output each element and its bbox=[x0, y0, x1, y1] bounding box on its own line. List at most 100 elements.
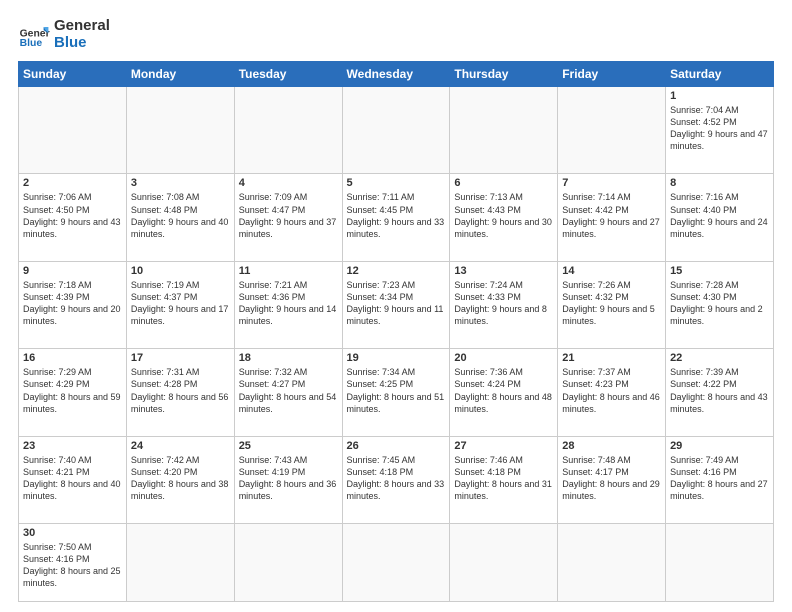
cell-info: Sunrise: 7:16 AM Sunset: 4:40 PM Dayligh… bbox=[670, 191, 769, 240]
calendar-cell: 11 Sunrise: 7:21 AM Sunset: 4:36 PM Dayli… bbox=[234, 261, 342, 348]
cell-info: Sunrise: 7:04 AM Sunset: 4:52 PM Dayligh… bbox=[670, 104, 769, 153]
cell-info: Sunrise: 7:34 AM Sunset: 4:25 PM Dayligh… bbox=[347, 366, 446, 415]
cell-info: Sunrise: 7:45 AM Sunset: 4:18 PM Dayligh… bbox=[347, 454, 446, 503]
day-number: 14 bbox=[562, 265, 661, 277]
day-number: 30 bbox=[23, 527, 122, 539]
day-number: 18 bbox=[239, 352, 338, 364]
calendar-cell bbox=[558, 524, 666, 602]
day-number: 20 bbox=[454, 352, 553, 364]
calendar-cell: 28 Sunrise: 7:48 AM Sunset: 4:17 PM Dayli… bbox=[558, 436, 666, 523]
day-number: 9 bbox=[23, 265, 122, 277]
day-number: 13 bbox=[454, 265, 553, 277]
calendar-cell: 25 Sunrise: 7:43 AM Sunset: 4:19 PM Dayli… bbox=[234, 436, 342, 523]
weekday-header-thursday: Thursday bbox=[450, 62, 558, 87]
calendar-cell: 17 Sunrise: 7:31 AM Sunset: 4:28 PM Dayli… bbox=[126, 349, 234, 436]
weekday-header-friday: Friday bbox=[558, 62, 666, 87]
calendar-cell: 20Sunrise: 7:36 AM Sunset: 4:24 PM Dayli… bbox=[450, 349, 558, 436]
cell-info: Sunrise: 7:48 AM Sunset: 4:17 PM Dayligh… bbox=[562, 454, 661, 503]
calendar-cell: 18 Sunrise: 7:32 AM Sunset: 4:27 PM Dayli… bbox=[234, 349, 342, 436]
calendar-cell bbox=[450, 524, 558, 602]
logo-blue: Blue bbox=[54, 35, 110, 52]
calendar-cell: 16 Sunrise: 7:29 AM Sunset: 4:29 PM Dayli… bbox=[19, 349, 127, 436]
calendar-cell: 21 Sunrise: 7:37 AM Sunset: 4:23 PM Dayli… bbox=[558, 349, 666, 436]
day-number: 4 bbox=[239, 177, 338, 189]
calendar-cell: 10 Sunrise: 7:19 AM Sunset: 4:37 PM Dayli… bbox=[126, 261, 234, 348]
logo-icon: General Blue bbox=[18, 19, 50, 51]
calendar-cell bbox=[666, 524, 774, 602]
calendar-table: SundayMondayTuesdayWednesdayThursdayFrid… bbox=[18, 61, 774, 602]
calendar-cell bbox=[19, 87, 127, 174]
day-number: 10 bbox=[131, 265, 230, 277]
week-row-3: 16 Sunrise: 7:29 AM Sunset: 4:29 PM Dayli… bbox=[19, 349, 774, 436]
cell-info: Sunrise: 7:21 AM Sunset: 4:36 PM Dayligh… bbox=[239, 279, 338, 328]
calendar-cell: 5Sunrise: 7:11 AM Sunset: 4:45 PM Daylig… bbox=[342, 174, 450, 261]
calendar-cell: 9 Sunrise: 7:18 AM Sunset: 4:39 PM Daylig… bbox=[19, 261, 127, 348]
cell-info: Sunrise: 7:18 AM Sunset: 4:39 PM Dayligh… bbox=[23, 279, 122, 328]
calendar-cell: 8Sunrise: 7:16 AM Sunset: 4:40 PM Daylig… bbox=[666, 174, 774, 261]
weekday-header-sunday: Sunday bbox=[19, 62, 127, 87]
calendar-cell: 6Sunrise: 7:13 AM Sunset: 4:43 PM Daylig… bbox=[450, 174, 558, 261]
calendar-cell bbox=[342, 524, 450, 602]
day-number: 3 bbox=[131, 177, 230, 189]
cell-info: Sunrise: 7:06 AM Sunset: 4:50 PM Dayligh… bbox=[23, 191, 122, 240]
cell-info: Sunrise: 7:11 AM Sunset: 4:45 PM Dayligh… bbox=[347, 191, 446, 240]
day-number: 7 bbox=[562, 177, 661, 189]
calendar-cell: 26 Sunrise: 7:45 AM Sunset: 4:18 PM Dayli… bbox=[342, 436, 450, 523]
calendar-cell bbox=[126, 524, 234, 602]
logo: General Blue General Blue bbox=[18, 18, 110, 51]
calendar-cell: 19 Sunrise: 7:34 AM Sunset: 4:25 PM Dayli… bbox=[342, 349, 450, 436]
cell-info: Sunrise: 7:31 AM Sunset: 4:28 PM Dayligh… bbox=[131, 366, 230, 415]
day-number: 22 bbox=[670, 352, 769, 364]
cell-info: Sunrise: 7:28 AM Sunset: 4:30 PM Dayligh… bbox=[670, 279, 769, 328]
day-number: 26 bbox=[347, 440, 446, 452]
week-row-0: 1 Sunrise: 7:04 AM Sunset: 4:52 PM Daylig… bbox=[19, 87, 774, 174]
day-number: 1 bbox=[670, 90, 769, 102]
cell-info: Sunrise: 7:42 AM Sunset: 4:20 PM Dayligh… bbox=[131, 454, 230, 503]
calendar-cell: 27Sunrise: 7:46 AM Sunset: 4:18 PM Dayli… bbox=[450, 436, 558, 523]
day-number: 19 bbox=[347, 352, 446, 364]
day-number: 17 bbox=[131, 352, 230, 364]
calendar-cell bbox=[234, 524, 342, 602]
cell-info: Sunrise: 7:14 AM Sunset: 4:42 PM Dayligh… bbox=[562, 191, 661, 240]
week-row-5: 30 Sunrise: 7:50 AM Sunset: 4:16 PM Dayli… bbox=[19, 524, 774, 602]
weekday-header-wednesday: Wednesday bbox=[342, 62, 450, 87]
cell-info: Sunrise: 7:19 AM Sunset: 4:37 PM Dayligh… bbox=[131, 279, 230, 328]
weekday-header-monday: Monday bbox=[126, 62, 234, 87]
day-number: 23 bbox=[23, 440, 122, 452]
logo-general: General bbox=[54, 18, 110, 35]
week-row-1: 2Sunrise: 7:06 AM Sunset: 4:50 PM Daylig… bbox=[19, 174, 774, 261]
calendar-cell: 30 Sunrise: 7:50 AM Sunset: 4:16 PM Dayli… bbox=[19, 524, 127, 602]
cell-info: Sunrise: 7:49 AM Sunset: 4:16 PM Dayligh… bbox=[670, 454, 769, 503]
day-number: 21 bbox=[562, 352, 661, 364]
cell-info: Sunrise: 7:32 AM Sunset: 4:27 PM Dayligh… bbox=[239, 366, 338, 415]
day-number: 25 bbox=[239, 440, 338, 452]
day-number: 15 bbox=[670, 265, 769, 277]
calendar-cell bbox=[450, 87, 558, 174]
calendar-cell: 3Sunrise: 7:08 AM Sunset: 4:48 PM Daylig… bbox=[126, 174, 234, 261]
cell-info: Sunrise: 7:23 AM Sunset: 4:34 PM Dayligh… bbox=[347, 279, 446, 328]
calendar-cell: 22 Sunrise: 7:39 AM Sunset: 4:22 PM Dayli… bbox=[666, 349, 774, 436]
day-number: 28 bbox=[562, 440, 661, 452]
day-number: 11 bbox=[239, 265, 338, 277]
day-number: 16 bbox=[23, 352, 122, 364]
calendar-cell: 13Sunrise: 7:24 AM Sunset: 4:33 PM Dayli… bbox=[450, 261, 558, 348]
calendar-cell: 1 Sunrise: 7:04 AM Sunset: 4:52 PM Daylig… bbox=[666, 87, 774, 174]
calendar-cell: 24Sunrise: 7:42 AM Sunset: 4:20 PM Dayli… bbox=[126, 436, 234, 523]
cell-info: Sunrise: 7:50 AM Sunset: 4:16 PM Dayligh… bbox=[23, 541, 122, 590]
cell-info: Sunrise: 7:39 AM Sunset: 4:22 PM Dayligh… bbox=[670, 366, 769, 415]
header: General Blue General Blue bbox=[18, 18, 774, 51]
calendar-cell: 12Sunrise: 7:23 AM Sunset: 4:34 PM Dayli… bbox=[342, 261, 450, 348]
cell-info: Sunrise: 7:29 AM Sunset: 4:29 PM Dayligh… bbox=[23, 366, 122, 415]
day-number: 29 bbox=[670, 440, 769, 452]
cell-info: Sunrise: 7:37 AM Sunset: 4:23 PM Dayligh… bbox=[562, 366, 661, 415]
calendar-cell: 15 Sunrise: 7:28 AM Sunset: 4:30 PM Dayli… bbox=[666, 261, 774, 348]
calendar-cell bbox=[342, 87, 450, 174]
week-row-4: 23 Sunrise: 7:40 AM Sunset: 4:21 PM Dayli… bbox=[19, 436, 774, 523]
cell-info: Sunrise: 7:40 AM Sunset: 4:21 PM Dayligh… bbox=[23, 454, 122, 503]
cell-info: Sunrise: 7:43 AM Sunset: 4:19 PM Dayligh… bbox=[239, 454, 338, 503]
day-number: 27 bbox=[454, 440, 553, 452]
calendar-cell: 4Sunrise: 7:09 AM Sunset: 4:47 PM Daylig… bbox=[234, 174, 342, 261]
calendar-cell: 29 Sunrise: 7:49 AM Sunset: 4:16 PM Dayli… bbox=[666, 436, 774, 523]
calendar-cell: 14Sunrise: 7:26 AM Sunset: 4:32 PM Dayli… bbox=[558, 261, 666, 348]
calendar-cell bbox=[558, 87, 666, 174]
